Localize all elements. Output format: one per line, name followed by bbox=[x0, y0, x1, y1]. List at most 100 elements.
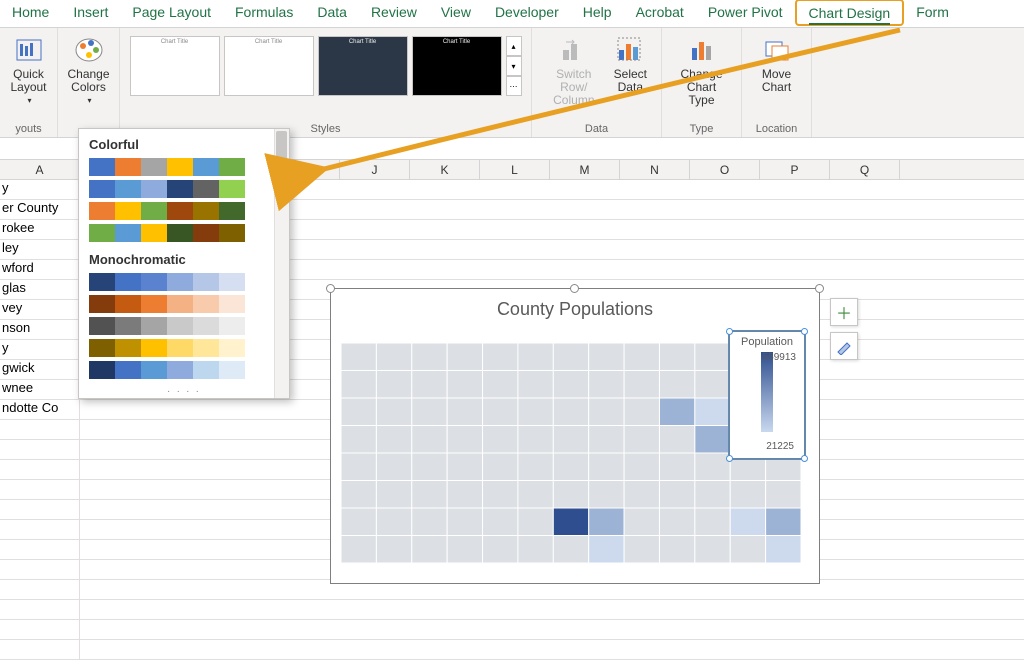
chevron-down-icon: ▾ bbox=[88, 96, 92, 105]
colorful-palette-option[interactable] bbox=[79, 178, 289, 200]
cell[interactable]: gwick bbox=[0, 360, 80, 379]
color-swatch bbox=[219, 339, 245, 357]
tab-view[interactable]: View bbox=[429, 0, 483, 27]
cell[interactable]: nson bbox=[0, 320, 80, 339]
column-header[interactable]: J bbox=[340, 160, 410, 179]
ribbon: Quick Layout ▾ youts Change Colors ▾ Cha… bbox=[0, 28, 1024, 138]
cell[interactable]: glas bbox=[0, 280, 80, 299]
cell[interactable]: ndotte Co bbox=[0, 400, 80, 419]
colorful-palette-option[interactable] bbox=[79, 222, 289, 244]
color-swatch bbox=[193, 202, 219, 220]
color-swatch bbox=[89, 158, 115, 176]
monochromatic-palette-option[interactable] bbox=[79, 315, 289, 337]
monochromatic-palette-option[interactable] bbox=[79, 359, 289, 381]
tab-page-layout[interactable]: Page Layout bbox=[120, 0, 223, 27]
tab-developer[interactable]: Developer bbox=[483, 0, 571, 27]
quick-layout-label: Quick Layout bbox=[10, 68, 46, 94]
gallery-up-button[interactable]: ▴ bbox=[506, 36, 522, 56]
tab-help[interactable]: Help bbox=[571, 0, 624, 27]
monochromatic-palette-option[interactable] bbox=[79, 337, 289, 359]
color-swatch bbox=[167, 273, 193, 291]
color-swatch bbox=[115, 295, 141, 313]
color-swatch bbox=[141, 180, 167, 198]
column-header[interactable]: O bbox=[690, 160, 760, 179]
gallery-scroll: ▴ ▾ ⋯ bbox=[506, 36, 522, 96]
tab-review[interactable]: Review bbox=[359, 0, 429, 27]
select-data-button[interactable]: Select Data bbox=[608, 32, 653, 110]
group-label-type: Type bbox=[662, 123, 741, 135]
gallery-down-button[interactable]: ▾ bbox=[506, 56, 522, 76]
change-colors-label: Change Colors bbox=[67, 68, 109, 94]
chart-type-icon bbox=[686, 34, 718, 66]
move-chart-icon bbox=[761, 34, 793, 66]
change-colors-button[interactable]: Change Colors ▾ bbox=[61, 32, 115, 107]
column-header[interactable]: L bbox=[480, 160, 550, 179]
monochromatic-palette-option[interactable] bbox=[79, 293, 289, 315]
color-swatch bbox=[141, 295, 167, 313]
color-swatch bbox=[167, 202, 193, 220]
chart-style-thumb[interactable]: Chart Title bbox=[318, 36, 408, 96]
tab-formulas[interactable]: Formulas bbox=[223, 0, 305, 27]
colorful-section-title: Colorful bbox=[79, 129, 289, 156]
color-swatch bbox=[193, 224, 219, 242]
colorful-palette-option[interactable] bbox=[79, 156, 289, 178]
tab-power-pivot[interactable]: Power Pivot bbox=[696, 0, 795, 27]
color-swatch bbox=[219, 317, 245, 335]
cell[interactable]: rokee bbox=[0, 220, 80, 239]
cell[interactable]: ley bbox=[0, 240, 80, 259]
dropdown-footer: . . . . bbox=[79, 381, 289, 398]
monochromatic-section-title: Monochromatic bbox=[79, 244, 289, 271]
chart-legend[interactable]: Population 559913 21225 bbox=[729, 331, 805, 459]
cell[interactable]: y bbox=[0, 340, 80, 359]
color-swatch bbox=[193, 295, 219, 313]
chart-object[interactable]: County Populations Population 559913 212… bbox=[330, 288, 820, 584]
color-swatch bbox=[141, 317, 167, 335]
cell[interactable]: er County bbox=[0, 200, 80, 219]
chart-styles-button[interactable] bbox=[830, 332, 858, 360]
column-header[interactable]: Q bbox=[830, 160, 900, 179]
move-chart-button[interactable]: Move Chart bbox=[755, 32, 799, 96]
color-swatch bbox=[167, 295, 193, 313]
tab-home[interactable]: Home bbox=[0, 0, 61, 27]
group-type: Change Chart Type Type bbox=[662, 28, 742, 137]
colorful-palette-option[interactable] bbox=[79, 200, 289, 222]
column-header[interactable]: K bbox=[410, 160, 480, 179]
chart-style-thumb[interactable]: Chart Title bbox=[130, 36, 220, 96]
color-swatch bbox=[219, 361, 245, 379]
color-swatch bbox=[141, 158, 167, 176]
select-data-label: Select Data bbox=[614, 68, 647, 94]
cell[interactable]: vey bbox=[0, 300, 80, 319]
change-chart-type-button[interactable]: Change Chart Type bbox=[670, 32, 733, 110]
cell[interactable]: y bbox=[0, 180, 80, 199]
chart-title[interactable]: County Populations bbox=[331, 289, 819, 326]
color-swatch bbox=[89, 224, 115, 242]
column-header[interactable]: N bbox=[620, 160, 690, 179]
group-data: Switch Row/ Column Select Data Data bbox=[532, 28, 662, 137]
tab-data[interactable]: Data bbox=[305, 0, 359, 27]
color-swatch bbox=[141, 361, 167, 379]
cell[interactable]: wford bbox=[0, 260, 80, 279]
chart-style-thumb[interactable]: Chart Title bbox=[224, 36, 314, 96]
color-swatch bbox=[115, 339, 141, 357]
monochromatic-palette-option[interactable] bbox=[79, 271, 289, 293]
chart-styles-gallery[interactable]: Chart Title Chart Title Chart Title Char… bbox=[130, 32, 522, 96]
quick-layout-button[interactable]: Quick Layout ▾ bbox=[4, 32, 52, 107]
column-header[interactable]: A bbox=[0, 160, 80, 179]
color-swatch bbox=[167, 339, 193, 357]
tab-insert[interactable]: Insert bbox=[61, 0, 120, 27]
color-swatch bbox=[219, 158, 245, 176]
chart-elements-button[interactable]: ＋ bbox=[830, 298, 858, 326]
cell[interactable]: wnee bbox=[0, 380, 80, 399]
palette-icon bbox=[73, 34, 105, 66]
tab-form[interactable]: Form bbox=[904, 0, 961, 27]
tab-chart-design[interactable]: Chart Design bbox=[795, 0, 905, 26]
column-header[interactable]: P bbox=[760, 160, 830, 179]
gallery-more-button[interactable]: ⋯ bbox=[506, 76, 522, 96]
column-header[interactable]: M bbox=[550, 160, 620, 179]
color-swatch bbox=[89, 361, 115, 379]
group-chart-styles: Chart Title Chart Title Chart Title Char… bbox=[120, 28, 532, 137]
chart-style-thumb[interactable]: Chart Title bbox=[412, 36, 502, 96]
color-swatch bbox=[193, 361, 219, 379]
tab-acrobat[interactable]: Acrobat bbox=[624, 0, 696, 27]
dropdown-scrollbar[interactable] bbox=[274, 129, 289, 398]
